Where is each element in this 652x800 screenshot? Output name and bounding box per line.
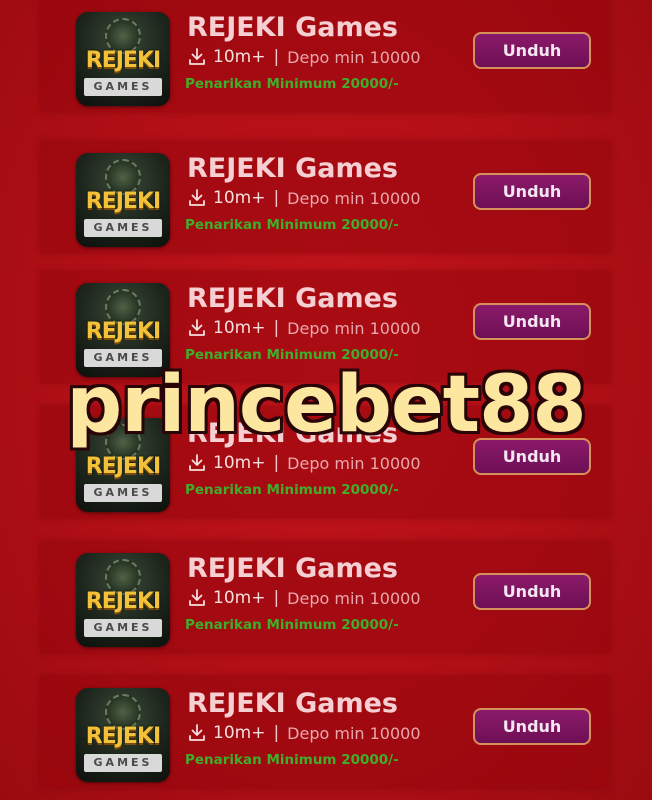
app-card: REJEKI GAMES REJEKI Games 10m+ | Depo mi… <box>40 406 610 518</box>
download-count: 10m+ <box>213 723 266 743</box>
min-withdrawal: Penarikan Minimum 20000/- <box>185 482 399 498</box>
app-meta: 10m+ | Depo min 10000 <box>187 723 421 743</box>
logo-subword: GAMES <box>84 349 162 367</box>
download-button[interactable]: Unduh <box>473 438 591 475</box>
download-icon <box>189 189 205 206</box>
logo-word: REJEKI <box>85 454 161 479</box>
app-card: REJEKI GAMES REJEKI Games 10m+ | Depo mi… <box>40 676 610 788</box>
meta-separator: | <box>273 453 280 473</box>
logo-word: REJEKI <box>85 48 161 73</box>
logo-word: REJEKI <box>85 319 161 344</box>
app-meta: 10m+ | Depo min 10000 <box>187 453 421 473</box>
download-count: 10m+ <box>213 588 266 608</box>
app-title: REJEKI Games <box>187 553 398 584</box>
min-deposit: Depo min 10000 <box>287 318 421 338</box>
app-card: REJEKI GAMES REJEKI Games 10m+ | Depo mi… <box>40 141 610 253</box>
download-button[interactable]: Unduh <box>473 32 591 69</box>
app-card: REJEKI GAMES REJEKI Games 10m+ | Depo mi… <box>40 271 610 383</box>
min-deposit: Depo min 10000 <box>287 47 421 67</box>
logo-subword: GAMES <box>84 78 162 96</box>
download-icon <box>189 319 205 336</box>
app-title: REJEKI Games <box>187 283 398 314</box>
download-icon <box>189 724 205 741</box>
meta-separator: | <box>273 318 280 338</box>
app-meta: 10m+ | Depo min 10000 <box>187 188 421 208</box>
app-title: REJEKI Games <box>187 418 398 449</box>
download-count: 10m+ <box>213 318 266 338</box>
app-card: REJEKI GAMES REJEKI Games 10m+ | Depo mi… <box>40 0 610 112</box>
app-meta: 10m+ | Depo min 10000 <box>187 588 421 608</box>
app-logo-icon[interactable]: REJEKI GAMES <box>76 688 170 782</box>
app-logo-icon[interactable]: REJEKI GAMES <box>76 153 170 247</box>
logo-subword: GAMES <box>84 484 162 502</box>
app-logo-icon[interactable]: REJEKI GAMES <box>76 418 170 512</box>
logo-word: REJEKI <box>85 589 161 614</box>
app-meta: 10m+ | Depo min 10000 <box>187 318 421 338</box>
app-title: REJEKI Games <box>187 12 398 43</box>
min-deposit: Depo min 10000 <box>287 588 421 608</box>
min-deposit: Depo min 10000 <box>287 723 421 743</box>
meta-separator: | <box>273 723 280 743</box>
download-count: 10m+ <box>213 188 266 208</box>
logo-word: REJEKI <box>85 724 161 749</box>
min-withdrawal: Penarikan Minimum 20000/- <box>185 347 399 363</box>
logo-subword: GAMES <box>84 219 162 237</box>
meta-separator: | <box>273 47 280 67</box>
download-icon <box>189 454 205 471</box>
download-icon <box>189 589 205 606</box>
min-withdrawal: Penarikan Minimum 20000/- <box>185 752 399 768</box>
min-withdrawal: Penarikan Minimum 20000/- <box>185 217 399 233</box>
app-logo-icon[interactable]: REJEKI GAMES <box>76 553 170 647</box>
download-button[interactable]: Unduh <box>473 303 591 340</box>
min-deposit: Depo min 10000 <box>287 453 421 473</box>
download-button[interactable]: Unduh <box>473 708 591 745</box>
app-logo-icon[interactable]: REJEKI GAMES <box>76 283 170 377</box>
download-count: 10m+ <box>213 453 266 473</box>
download-button[interactable]: Unduh <box>473 573 591 610</box>
download-icon <box>189 48 205 65</box>
logo-subword: GAMES <box>84 754 162 772</box>
meta-separator: | <box>273 588 280 608</box>
app-title: REJEKI Games <box>187 688 398 719</box>
app-card: REJEKI GAMES REJEKI Games 10m+ | Depo mi… <box>40 541 610 653</box>
min-deposit: Depo min 10000 <box>287 188 421 208</box>
min-withdrawal: Penarikan Minimum 20000/- <box>185 617 399 633</box>
download-button[interactable]: Unduh <box>473 173 591 210</box>
app-meta: 10m+ | Depo min 10000 <box>187 47 421 67</box>
app-logo-icon[interactable]: REJEKI GAMES <box>76 12 170 106</box>
app-title: REJEKI Games <box>187 153 398 184</box>
logo-subword: GAMES <box>84 619 162 637</box>
meta-separator: | <box>273 188 280 208</box>
app-list: REJEKI GAMES REJEKI Games 10m+ | Depo mi… <box>0 0 652 800</box>
download-count: 10m+ <box>213 47 266 67</box>
min-withdrawal: Penarikan Minimum 20000/- <box>185 76 399 92</box>
logo-word: REJEKI <box>85 189 161 214</box>
